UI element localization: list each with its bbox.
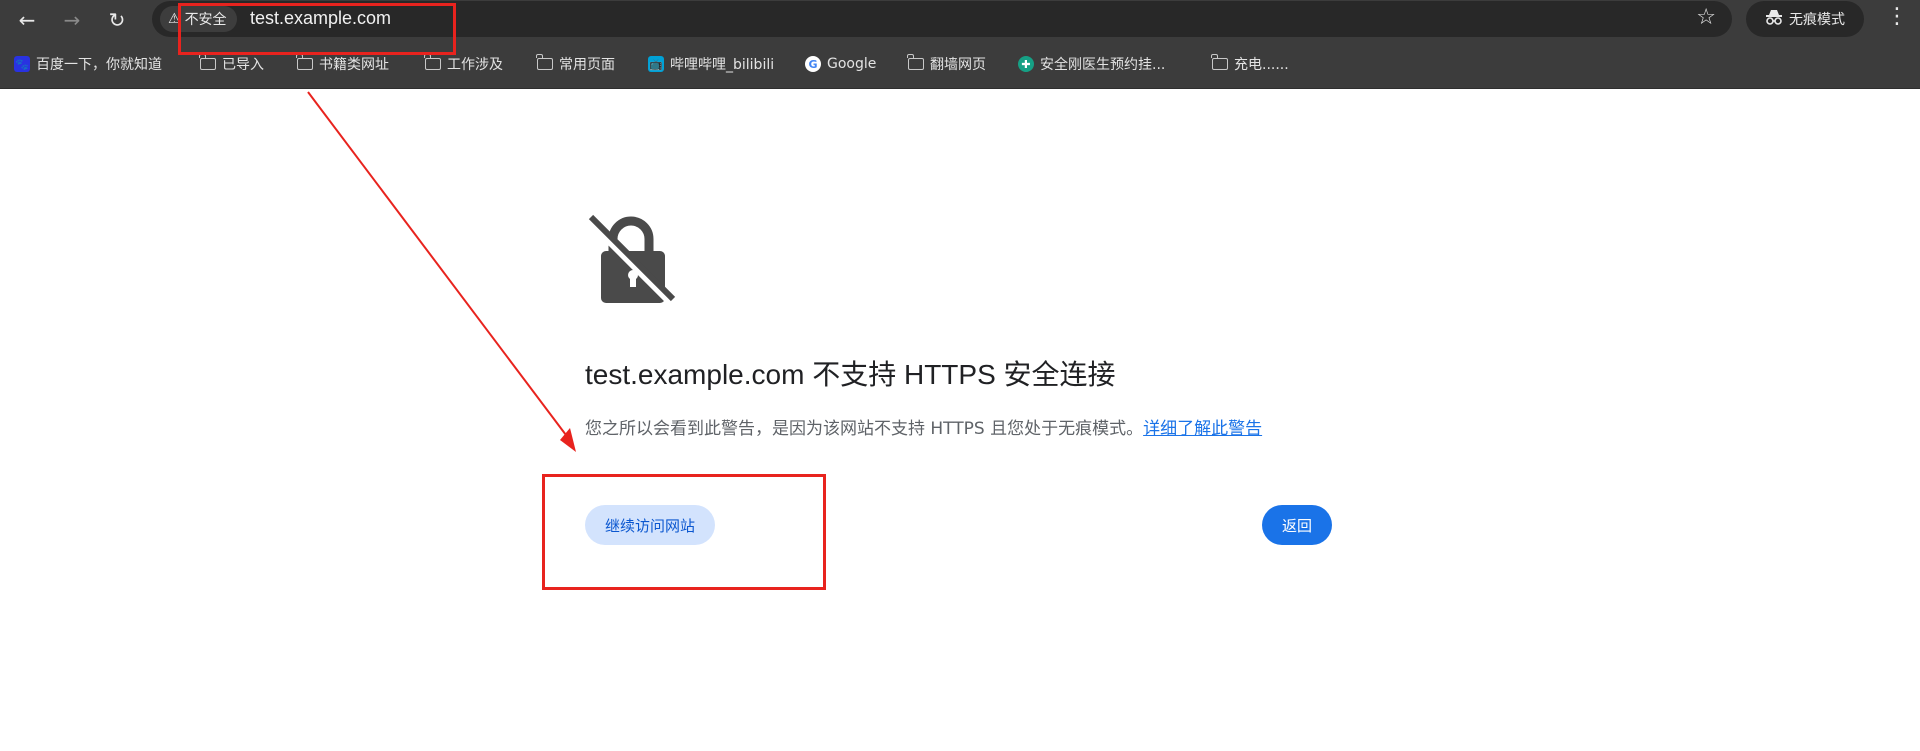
- kebab-menu-icon[interactable]: ⋮: [1886, 4, 1908, 29]
- arrow-left-icon: ←: [18, 8, 36, 32]
- bookmark-label: Google: [827, 56, 877, 72]
- bookmark-health[interactable]: ✚ 安全刚医生预约挂...: [1018, 52, 1165, 76]
- bookmark-label: 安全刚医生预约挂...: [1040, 57, 1166, 73]
- google-icon: G: [805, 56, 821, 72]
- folder-icon: [907, 54, 924, 70]
- incognito-icon: [1765, 9, 1783, 29]
- lock-crossed-icon: [585, 213, 677, 309]
- learn-more-link[interactable]: 详细了解此警告: [1143, 419, 1262, 439]
- security-chip-label: 不安全: [184, 12, 227, 28]
- bookmark-google[interactable]: G Google: [805, 52, 876, 76]
- bookmark-label: 充电......: [1234, 57, 1289, 73]
- warning-icon: ⚠: [168, 11, 181, 27]
- bookmark-label: 百度一下，你就知道: [36, 57, 162, 73]
- url-text[interactable]: test.example.com: [250, 8, 391, 29]
- bookmark-label: 已导入: [222, 57, 264, 73]
- forward-button[interactable]: →: [56, 4, 88, 36]
- bookmarks-bar: 🐾 百度一下，你就知道 已导入 书籍类网址 工作涉及 常用页面 📺 哔哩哔哩_b…: [0, 40, 1920, 89]
- bookmark-folder-imported[interactable]: 已导入: [199, 52, 264, 76]
- bookmark-label: 书籍类网址: [319, 57, 389, 73]
- bookmark-label: 哔哩哔哩_bilibili: [670, 57, 775, 73]
- description-text: 您之所以会看到此警告，是因为该网站不支持 HTTPS 且您处于无痕模式。: [585, 419, 1144, 439]
- bookmark-folder-charging[interactable]: 充电......: [1211, 52, 1289, 76]
- back-to-safety-button[interactable]: 返回: [1262, 505, 1333, 545]
- bookmark-label: 常用页面: [559, 57, 615, 73]
- folder-icon: [536, 54, 553, 70]
- bilibili-icon: 📺: [648, 56, 664, 72]
- folder-icon: [296, 54, 313, 70]
- folder-icon: [1211, 54, 1228, 70]
- baidu-icon: 🐾: [14, 56, 30, 72]
- security-chip[interactable]: ⚠ 不安全: [160, 6, 237, 32]
- back-button[interactable]: ←: [11, 4, 43, 36]
- reload-button[interactable]: ↻: [101, 4, 133, 36]
- address-bar[interactable]: ⚠ 不安全 test.example.com ☆: [152, 1, 1732, 37]
- bookmark-bilibili[interactable]: 📺 哔哩哔哩_bilibili: [648, 52, 774, 76]
- bookmark-folder-work[interactable]: 工作涉及: [424, 52, 503, 76]
- reload-icon: ↻: [108, 8, 126, 32]
- folder-icon: [424, 54, 441, 70]
- proceed-button[interactable]: 继续访问网站: [585, 505, 716, 545]
- bookmark-label: 翻墙网页: [930, 57, 986, 73]
- bookmark-folder-books[interactable]: 书籍类网址: [296, 52, 389, 76]
- bookmark-folder-vpn[interactable]: 翻墙网页: [907, 52, 986, 76]
- page-title: test.example.com 不支持 HTTPS 安全连接: [585, 359, 1116, 390]
- bookmark-label: 工作涉及: [447, 57, 503, 73]
- incognito-label: 无痕模式: [1789, 12, 1845, 28]
- arrow-right-icon: →: [63, 8, 81, 32]
- warning-description: 您之所以会看到此警告，是因为该网站不支持 HTTPS 且您处于无痕模式。详细了解…: [585, 414, 1262, 439]
- folder-icon: [199, 54, 216, 70]
- browser-toolbar: ← → ↻ ⚠ 不安全 test.example.com ☆ 无痕模式 ⋮: [0, 0, 1920, 40]
- bookmark-baidu[interactable]: 🐾 百度一下，你就知道: [14, 52, 162, 76]
- health-icon: ✚: [1018, 56, 1034, 72]
- star-icon[interactable]: ☆: [1696, 5, 1716, 30]
- bookmark-folder-common[interactable]: 常用页面: [536, 52, 615, 76]
- incognito-indicator[interactable]: 无痕模式: [1746, 1, 1864, 37]
